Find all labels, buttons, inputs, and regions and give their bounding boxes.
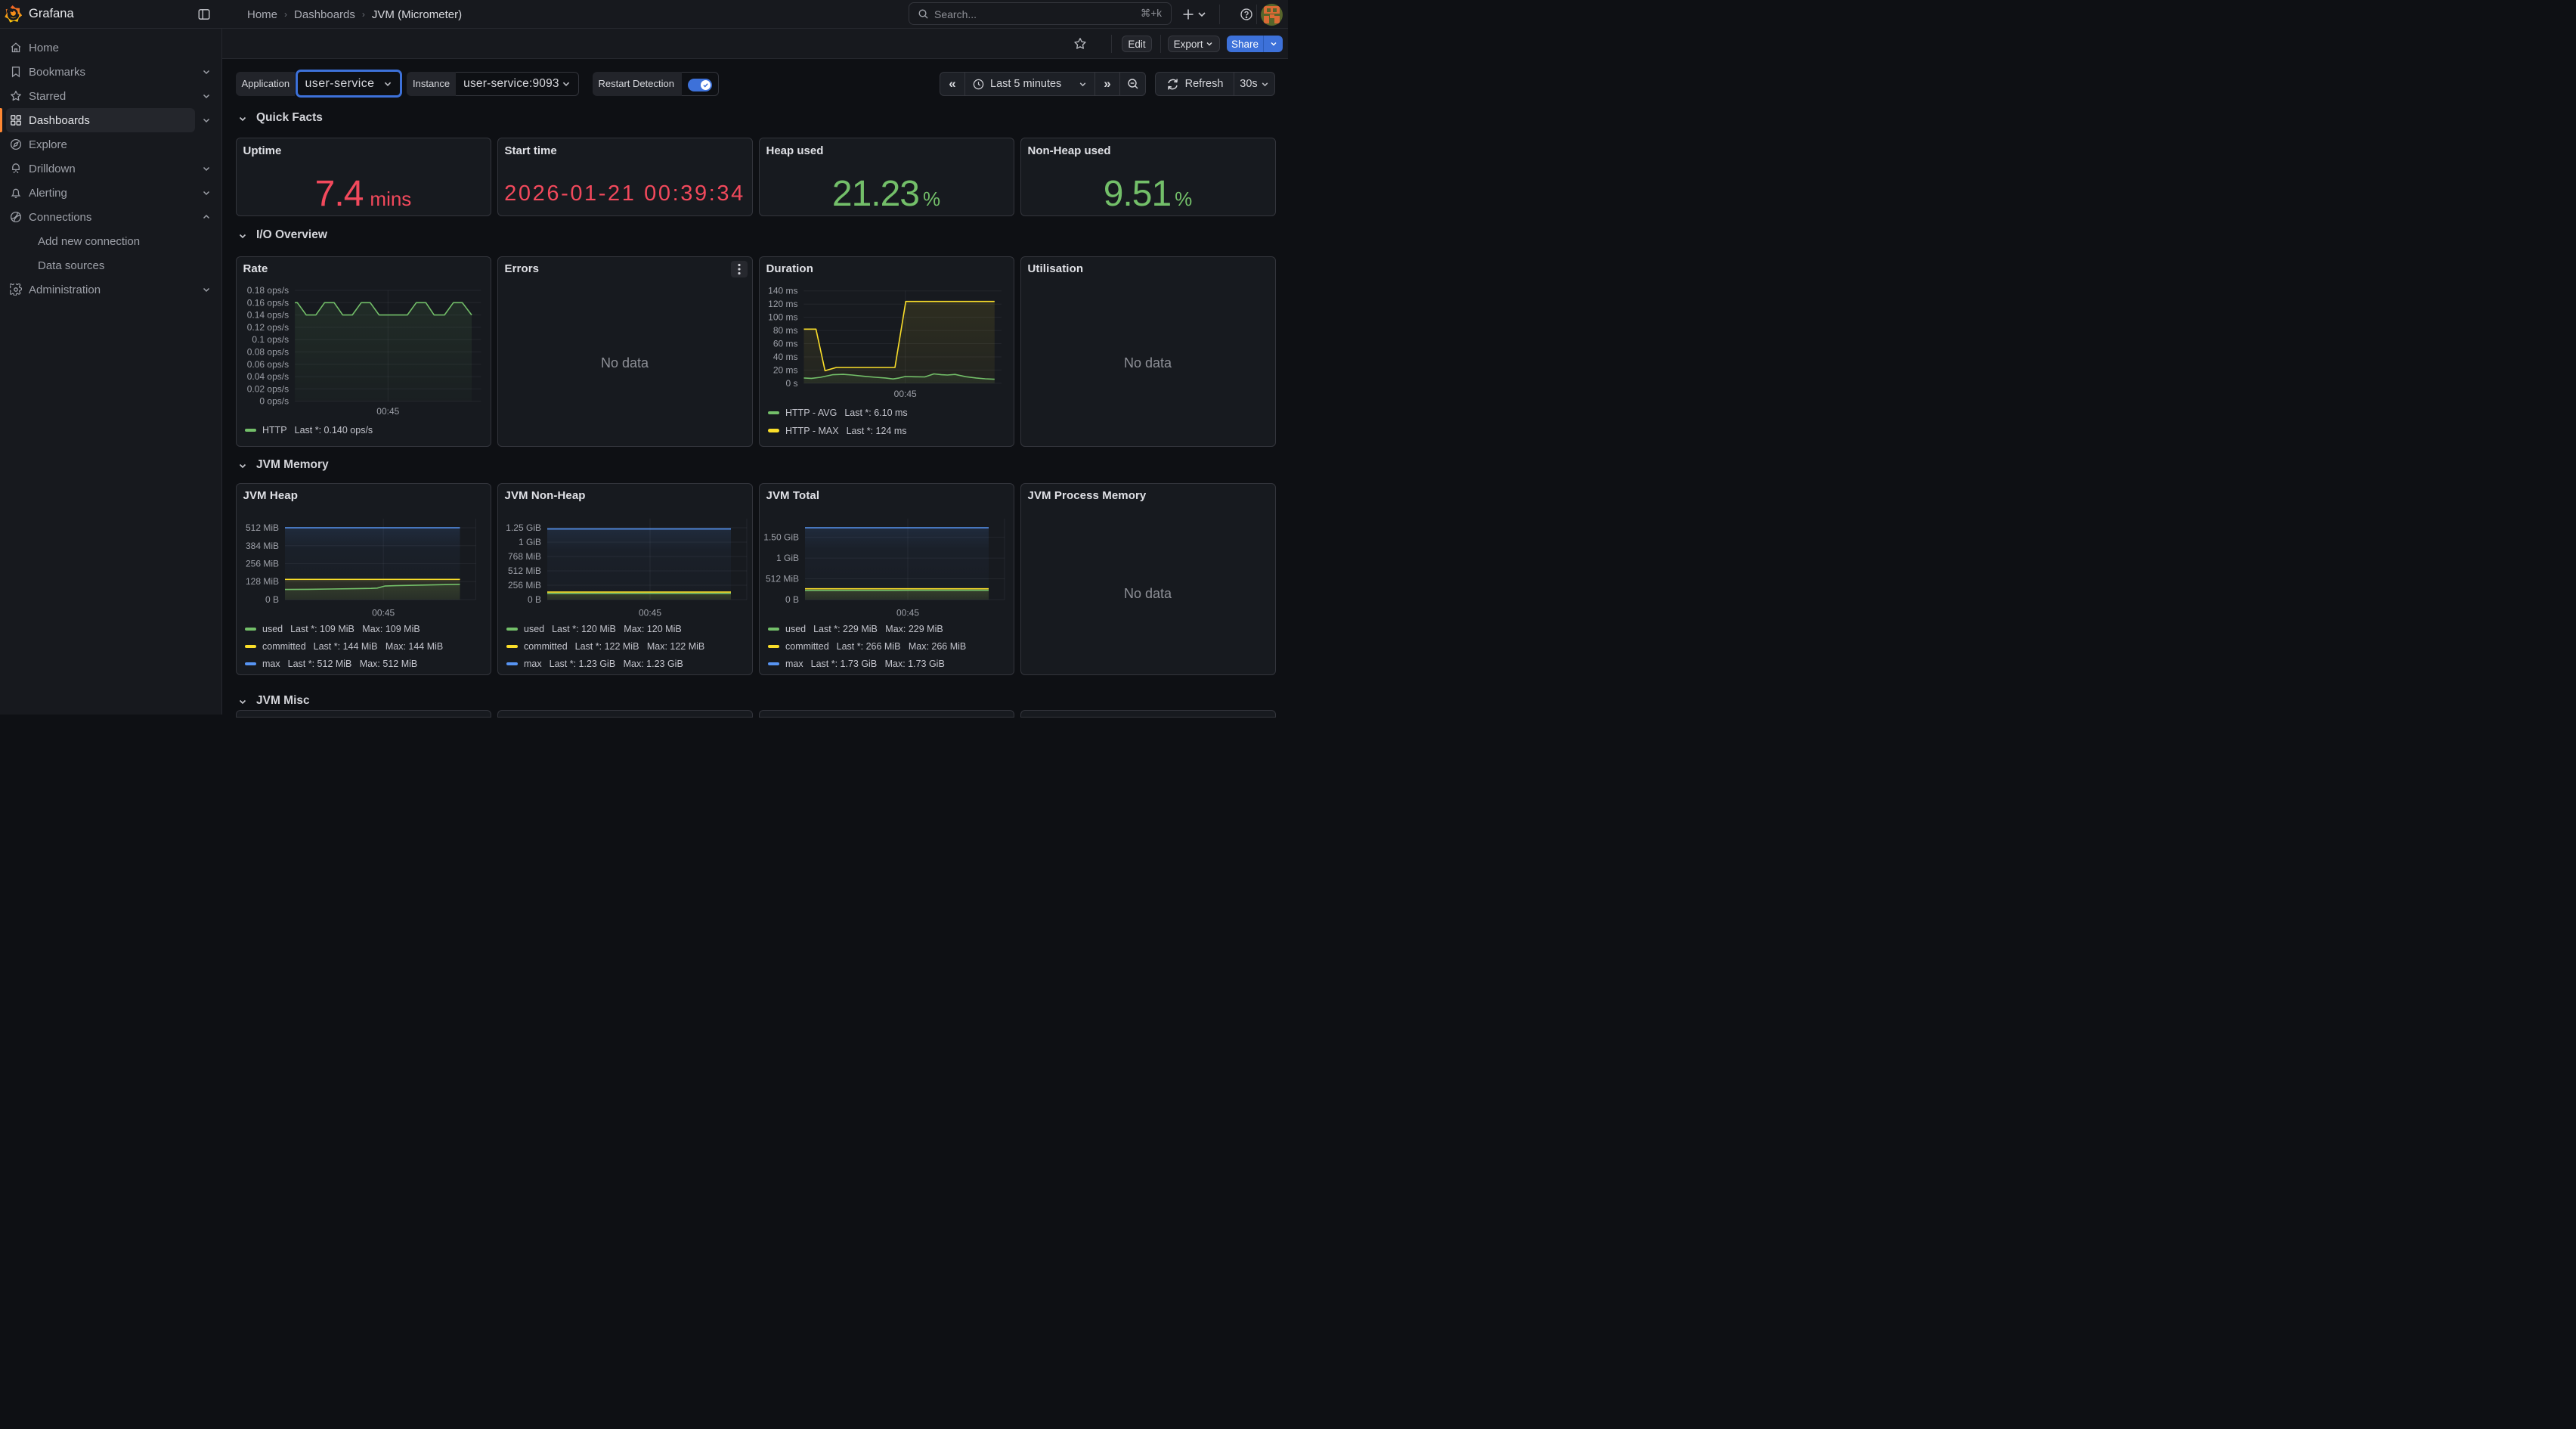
svg-text:00:45: 00:45	[893, 389, 916, 399]
svg-text:00:45: 00:45	[372, 608, 395, 618]
svg-text:384 MiB: 384 MiB	[245, 541, 278, 551]
svg-text:40 ms: 40 ms	[772, 352, 797, 362]
svg-text:0.06 ops/s: 0.06 ops/s	[246, 359, 288, 370]
svg-text:256 MiB: 256 MiB	[507, 580, 540, 591]
svg-text:512 MiB: 512 MiB	[765, 574, 798, 584]
svg-text:768 MiB: 768 MiB	[507, 551, 540, 562]
svg-text:0 ops/s: 0 ops/s	[259, 396, 289, 407]
svg-text:0.12 ops/s: 0.12 ops/s	[246, 322, 288, 333]
svg-text:0 s: 0 s	[785, 378, 797, 389]
svg-text:0.1 ops/s: 0.1 ops/s	[252, 334, 289, 345]
svg-text:0 B: 0 B	[265, 594, 278, 605]
svg-text:0.02 ops/s: 0.02 ops/s	[246, 383, 288, 394]
svg-text:80 ms: 80 ms	[772, 325, 797, 336]
svg-text:128 MiB: 128 MiB	[245, 576, 278, 587]
svg-text:20 ms: 20 ms	[772, 364, 797, 375]
svg-text:60 ms: 60 ms	[772, 339, 797, 349]
svg-text:512 MiB: 512 MiB	[245, 522, 278, 533]
svg-text:1 GiB: 1 GiB	[518, 537, 540, 547]
svg-text:512 MiB: 512 MiB	[507, 566, 540, 576]
svg-text:0.04 ops/s: 0.04 ops/s	[246, 371, 288, 382]
svg-text:0.18 ops/s: 0.18 ops/s	[246, 285, 288, 296]
svg-text:00:45: 00:45	[638, 608, 661, 618]
svg-text:1.25 GiB: 1.25 GiB	[506, 522, 541, 533]
svg-text:140 ms: 140 ms	[768, 286, 797, 296]
svg-text:00:45: 00:45	[896, 608, 918, 618]
svg-text:120 ms: 120 ms	[768, 299, 797, 309]
svg-text:0.14 ops/s: 0.14 ops/s	[246, 310, 288, 321]
svg-text:0.16 ops/s: 0.16 ops/s	[246, 297, 288, 308]
svg-text:0 B: 0 B	[527, 594, 540, 605]
svg-text:1 GiB: 1 GiB	[776, 553, 798, 563]
svg-text:1.50 GiB: 1.50 GiB	[763, 532, 799, 543]
svg-text:100 ms: 100 ms	[768, 312, 797, 323]
svg-text:0.08 ops/s: 0.08 ops/s	[246, 347, 288, 358]
svg-text:00:45: 00:45	[376, 406, 399, 417]
svg-text:0 B: 0 B	[785, 594, 798, 605]
svg-text:256 MiB: 256 MiB	[245, 559, 278, 569]
